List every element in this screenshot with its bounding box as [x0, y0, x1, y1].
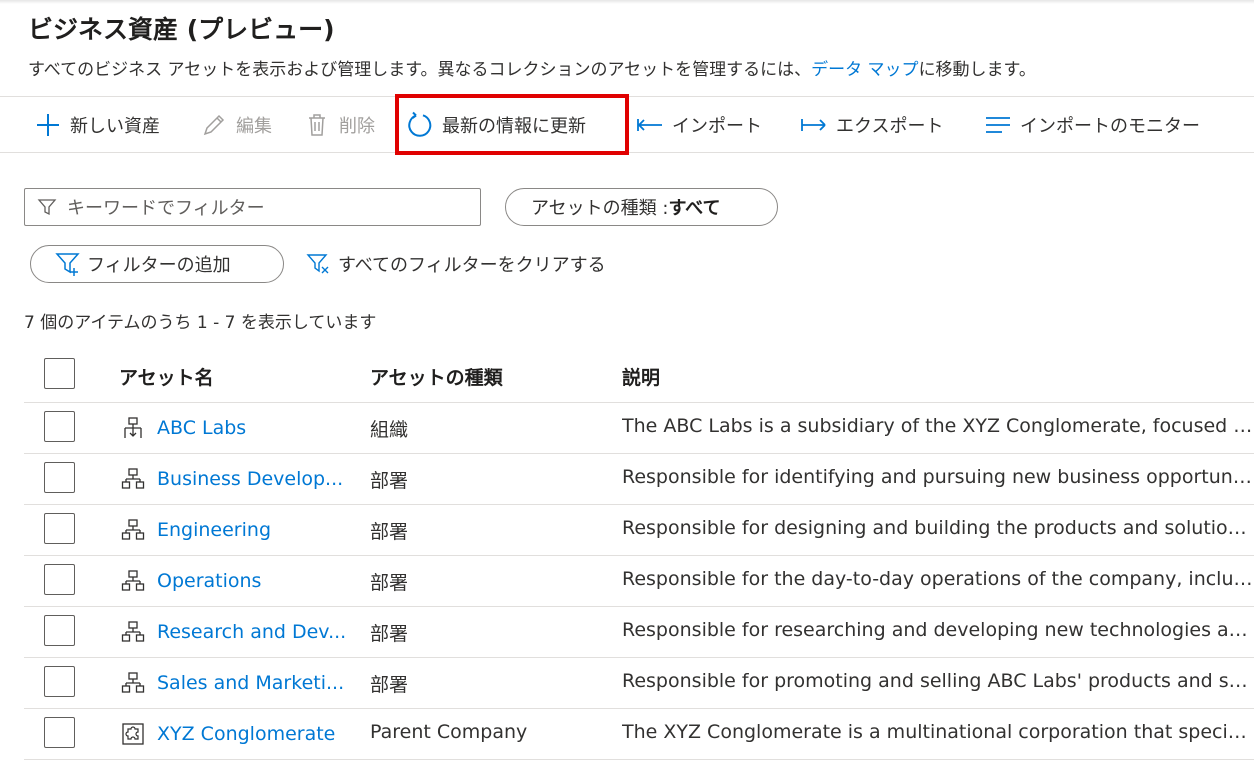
add-filter-label: フィルターの追加: [87, 255, 231, 276]
export-label: エクスポート: [836, 116, 944, 137]
asset-name-text: XYZ Conglomerate: [157, 723, 336, 745]
asset-type-cell: 部署: [370, 572, 409, 594]
asset-name-link[interactable]: Business Develop...: [120, 466, 360, 492]
description-cell: The XYZ Conglomerate is a multinational …: [622, 721, 1254, 743]
add-filter-icon: [55, 251, 81, 277]
asset-name-text: Business Develop...: [157, 468, 344, 490]
row-checkbox[interactable]: [44, 717, 75, 748]
keyword-filter-input[interactable]: キーワードでフィルター: [24, 188, 481, 226]
description-cell: Responsible for promoting and selling AB…: [622, 670, 1254, 692]
asset-name-text: ABC Labs: [157, 417, 247, 439]
edit-button[interactable]: 編集: [200, 97, 272, 153]
export-arrow-icon: [800, 111, 828, 139]
table-header-row: アセット名 アセットの種類 説明: [24, 350, 1254, 403]
description-cell: The ABC Labs is a subsidiary of the XYZ …: [622, 415, 1254, 437]
top-shadow: [0, 0, 1254, 4]
table-row[interactable]: ABC Labs 組織 The ABC Labs is a subsidiary…: [24, 403, 1254, 454]
asset-name-text: Operations: [157, 570, 262, 592]
import-button[interactable]: インポート: [636, 97, 762, 153]
description-suffix: に移動します。: [918, 60, 1036, 80]
department-icon: [120, 619, 146, 645]
department-icon: [120, 466, 146, 492]
delete-label: 削除: [339, 116, 375, 137]
new-asset-label: 新しい資産: [70, 116, 160, 137]
description-text: すべてのビジネス アセットを表示および管理します。異なるコレクションのアセットを…: [28, 60, 812, 80]
asset-name-link[interactable]: ABC Labs: [120, 415, 360, 441]
asset-name-link[interactable]: Operations: [120, 568, 360, 594]
department-icon: [120, 670, 146, 696]
description-cell: Responsible for identifying and pursuing…: [622, 466, 1254, 488]
table-row[interactable]: Research and Dev... 部署 Responsible for r…: [24, 607, 1254, 658]
page-description: すべてのビジネス アセットを表示および管理します。異なるコレクションのアセットを…: [28, 55, 1036, 80]
column-header-asset-name[interactable]: アセット名: [119, 363, 214, 390]
asset-name-link[interactable]: XYZ Conglomerate: [120, 721, 360, 747]
asset-name-link[interactable]: Sales and Marketi...: [120, 670, 360, 696]
department-icon: [120, 517, 146, 543]
org-icon: [120, 415, 146, 441]
description-cell: Responsible for designing and building t…: [622, 517, 1254, 539]
delete-button[interactable]: 削除: [303, 97, 375, 153]
asset-type-filter-value: すべて: [668, 198, 721, 219]
add-filter-button[interactable]: フィルターの追加: [30, 245, 284, 283]
column-header-asset-type[interactable]: アセットの種類: [370, 363, 503, 390]
clear-all-filters-button[interactable]: すべてのフィルターをクリアする: [306, 245, 606, 283]
asset-name-link[interactable]: Engineering: [120, 517, 360, 543]
asset-name-text: Sales and Marketi...: [157, 672, 345, 694]
asset-name-text: Engineering: [157, 519, 271, 541]
clear-filter-icon: [306, 251, 332, 277]
table-row[interactable]: Sales and Marketi... 部署 Responsible for …: [24, 658, 1254, 709]
row-checkbox[interactable]: [44, 411, 75, 442]
description-cell: Responsible for researching and developi…: [622, 619, 1254, 641]
asset-type-cell: 部署: [370, 674, 409, 696]
table-row[interactable]: Business Develop... 部署 Responsible for i…: [24, 454, 1254, 505]
asset-type-cell: 部署: [370, 470, 409, 492]
select-all-checkbox[interactable]: [44, 358, 75, 389]
table-row[interactable]: Operations 部署 Responsible for the day-to…: [24, 556, 1254, 607]
asset-type-cell: 部署: [370, 521, 409, 543]
row-checkbox[interactable]: [44, 564, 75, 595]
puzzle-icon: [120, 721, 146, 747]
edit-label: 編集: [236, 116, 272, 137]
row-checkbox[interactable]: [44, 513, 75, 544]
keyword-filter-placeholder: キーワードでフィルター: [67, 198, 265, 219]
asset-type-filter-label: アセットの種類 :: [531, 198, 669, 219]
department-icon: [120, 568, 146, 594]
asset-type-cell: Parent Company: [370, 721, 528, 743]
import-arrow-icon: [636, 111, 664, 139]
description-cell: Responsible for the day-to-day operation…: [622, 568, 1254, 590]
table-row[interactable]: Engineering 部署 Responsible for designing…: [24, 505, 1254, 556]
asset-name-link[interactable]: Research and Dev...: [120, 619, 360, 645]
asset-type-cell: 部署: [370, 623, 409, 645]
trash-icon: [303, 111, 331, 139]
new-asset-button[interactable]: 新しい資産: [34, 97, 160, 153]
list-lines-icon: [984, 111, 1012, 139]
funnel-icon: [37, 196, 59, 218]
asset-name-text: Research and Dev...: [157, 621, 347, 643]
table-row[interactable]: XYZ Conglomerate Parent Company The XYZ …: [24, 709, 1254, 760]
asset-table: アセット名 アセットの種類 説明 ABC Labs 組織 The ABC Lab…: [24, 350, 1254, 760]
row-checkbox[interactable]: [44, 666, 75, 697]
asset-type-filter-pill[interactable]: アセットの種類 : すべて: [505, 188, 778, 226]
import-monitor-label: インポートのモニター: [1020, 116, 1200, 137]
page-title: ビジネス資産 (プレビュー): [28, 15, 335, 44]
row-checkbox[interactable]: [44, 615, 75, 646]
clear-all-filters-label: すべてのフィルターをクリアする: [338, 255, 606, 276]
import-label: インポート: [672, 116, 762, 137]
asset-type-cell: 組織: [370, 419, 409, 441]
refresh-highlight-box: [395, 94, 629, 155]
export-button[interactable]: エクスポート: [800, 97, 943, 153]
import-monitor-button[interactable]: インポートのモニター: [984, 97, 1200, 153]
plus-icon: [34, 111, 62, 139]
item-count-text: 7 個のアイテムのうち 1 - 7 を表示しています: [24, 313, 377, 333]
row-checkbox[interactable]: [44, 462, 75, 493]
data-map-link[interactable]: データ マップ: [811, 60, 918, 80]
pencil-icon: [200, 111, 228, 139]
column-header-description[interactable]: 説明: [622, 363, 660, 390]
